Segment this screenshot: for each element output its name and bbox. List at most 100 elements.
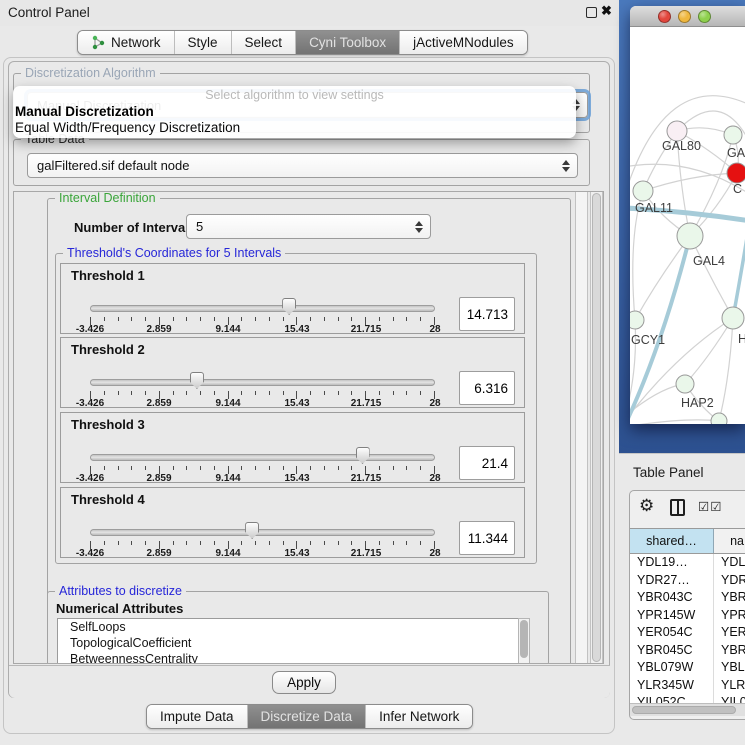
threshold-panel-4: Threshold 4-3.4262.8599.14415.4321.71528 (60, 487, 525, 558)
number-of-intervals-value: 5 (196, 219, 203, 234)
network-canvas[interactable]: GAL80GACGAL11GAL4GCY1HHAP2 (630, 27, 745, 424)
column-header-shared-name[interactable]: shared… (630, 529, 714, 553)
table-row[interactable]: YLR345WYLR3 (630, 677, 745, 695)
network-edge[interactable] (685, 318, 733, 384)
threshold-label: Threshold 3 (71, 417, 145, 432)
cell-shared-name[interactable]: YER054C (630, 624, 714, 642)
table-row[interactable]: YDR27…YDR2 (630, 572, 745, 590)
tab-network[interactable]: Network (78, 31, 175, 54)
tab-jactivemnodules[interactable]: jActiveMNodules (400, 31, 527, 54)
combo-arrows-icon (562, 160, 570, 172)
table-row[interactable]: YBL079WYBL0 (630, 659, 745, 677)
cell-shared-name[interactable]: YDL19… (630, 554, 714, 572)
table-data-combobox-value: galFiltered.sif default node (37, 158, 189, 173)
number-of-intervals-spinner[interactable]: 5 (186, 214, 431, 239)
tab-cyni-toolbox[interactable]: Cyni Toolbox (296, 31, 400, 54)
popup-item-manual-discretization[interactable]: Manual Discretization (13, 103, 576, 120)
slider-track[interactable] (90, 379, 435, 386)
network-node-gal80[interactable] (667, 121, 687, 141)
network-node[interactable] (711, 413, 727, 424)
cell-name[interactable]: YLR3 (714, 677, 745, 695)
network-node-gcy1[interactable] (630, 311, 644, 329)
cell-shared-name[interactable]: YBL079W (630, 659, 714, 677)
close-panel-icon[interactable]: ✖ (601, 3, 612, 19)
checked-checkboxes-icon[interactable]: ☑☑ (698, 499, 722, 514)
zoom-traffic-light[interactable] (698, 10, 711, 23)
threshold-value-field[interactable] (459, 371, 515, 405)
tab-label: jActiveMNodules (413, 35, 514, 50)
network-node-c[interactable] (727, 163, 745, 183)
cell-shared-name[interactable]: YIL052C (630, 694, 714, 703)
tab-impute-data[interactable]: Impute Data (147, 705, 248, 728)
cell-name[interactable]: YER0 (714, 624, 745, 642)
column-header-name[interactable]: na (714, 529, 745, 553)
slider-track[interactable] (90, 305, 435, 312)
table-row[interactable]: YBR043CYBR0 (630, 589, 745, 607)
network-edge[interactable] (719, 318, 733, 421)
network-edge[interactable] (630, 384, 685, 417)
table-row[interactable]: YBR045CYBR0 (630, 642, 745, 660)
network-node-h[interactable] (722, 307, 744, 329)
inner-scrollbar-track[interactable] (575, 192, 588, 663)
float-panel-icon[interactable] (586, 7, 597, 18)
cell-shared-name[interactable]: YDR27… (630, 572, 714, 590)
cell-name[interactable]: YBL0 (714, 659, 745, 677)
network-edge[interactable] (643, 173, 737, 191)
threshold-panel-1: Threshold 1-3.4262.8599.14415.4321.71528 (60, 263, 525, 334)
threshold-value-field[interactable] (459, 297, 515, 331)
attributes-list-scrollbar[interactable] (518, 618, 530, 664)
cell-shared-name[interactable]: YBR043C (630, 589, 714, 607)
table-horizontal-scrollbar[interactable] (630, 703, 745, 716)
split-columns-icon[interactable] (670, 499, 685, 516)
gear-icon[interactable]: ⚙ (639, 496, 654, 516)
close-traffic-light[interactable] (658, 10, 671, 23)
attribute-item-selfloops[interactable]: SelfLoops (58, 619, 518, 635)
table-row[interactable]: YPR145WYPR1 (630, 607, 745, 625)
slider-track[interactable] (90, 529, 435, 536)
cell-name[interactable]: YIL0 (714, 694, 745, 703)
tab-select[interactable]: Select (232, 31, 297, 54)
tab-label: Select (245, 35, 283, 50)
network-node-ga[interactable] (724, 126, 742, 144)
network-edge[interactable] (733, 213, 745, 318)
network-node-gal11[interactable] (633, 181, 653, 201)
table-data-combobox[interactable]: galFiltered.sif default node (27, 153, 578, 178)
network-edge[interactable] (635, 236, 690, 320)
slider-thumb[interactable] (190, 372, 204, 389)
slider-thumb[interactable] (282, 298, 296, 315)
tab-infer-network[interactable]: Infer Network (366, 705, 472, 728)
minimize-traffic-light[interactable] (678, 10, 691, 23)
network-edge[interactable] (630, 420, 719, 424)
popup-item-equal-width-frequency[interactable]: Equal Width/Frequency Discretization (13, 120, 576, 136)
slider-tick-labels: -3.4262.8599.14415.4321.71528 (90, 473, 435, 484)
slider-thumb[interactable] (245, 522, 259, 539)
cell-name[interactable]: YDR2 (714, 572, 745, 590)
cell-shared-name[interactable]: YBR045C (630, 642, 714, 660)
tab-label: Cyni Toolbox (309, 35, 386, 50)
numerical-attributes-list[interactable]: SelfLoopsTopologicalCoefficientBetweenne… (57, 618, 518, 664)
slider-thumb[interactable] (356, 447, 370, 464)
tab-discretize-data[interactable]: Discretize Data (248, 705, 367, 728)
cell-name[interactable]: YPR1 (714, 607, 745, 625)
threshold-value-field[interactable] (459, 446, 515, 480)
slider-track[interactable] (90, 454, 435, 461)
table-row[interactable]: YDL19…YDL1 (630, 554, 745, 572)
cell-shared-name[interactable]: YLR345W (630, 677, 714, 695)
cell-name[interactable]: YDL1 (714, 554, 745, 572)
table-row[interactable]: YER054CYER0 (630, 624, 745, 642)
settings-scrollbar[interactable] (590, 192, 603, 663)
tab-style[interactable]: Style (175, 31, 232, 54)
threshold-value-field[interactable] (459, 521, 515, 555)
attribute-item-topologicalcoefficient[interactable]: TopologicalCoefficient (58, 635, 518, 651)
control-panel-titlebar: Control Panel ✖ (0, 0, 619, 26)
table-row[interactable]: YIL052CYIL0 (630, 694, 745, 703)
cell-name[interactable]: YBR0 (714, 589, 745, 607)
cell-shared-name[interactable]: YPR145W (630, 607, 714, 625)
numerical-attributes-label: Numerical Attributes (56, 601, 183, 616)
attribute-item-betweennesscentrality[interactable]: BetweennessCentrality (58, 651, 518, 664)
apply-button[interactable]: Apply (272, 671, 336, 694)
network-node-hap2[interactable] (676, 375, 694, 393)
cell-name[interactable]: YBR0 (714, 642, 745, 660)
network-node-gal4[interactable] (677, 223, 703, 249)
network-edge[interactable] (690, 236, 733, 318)
